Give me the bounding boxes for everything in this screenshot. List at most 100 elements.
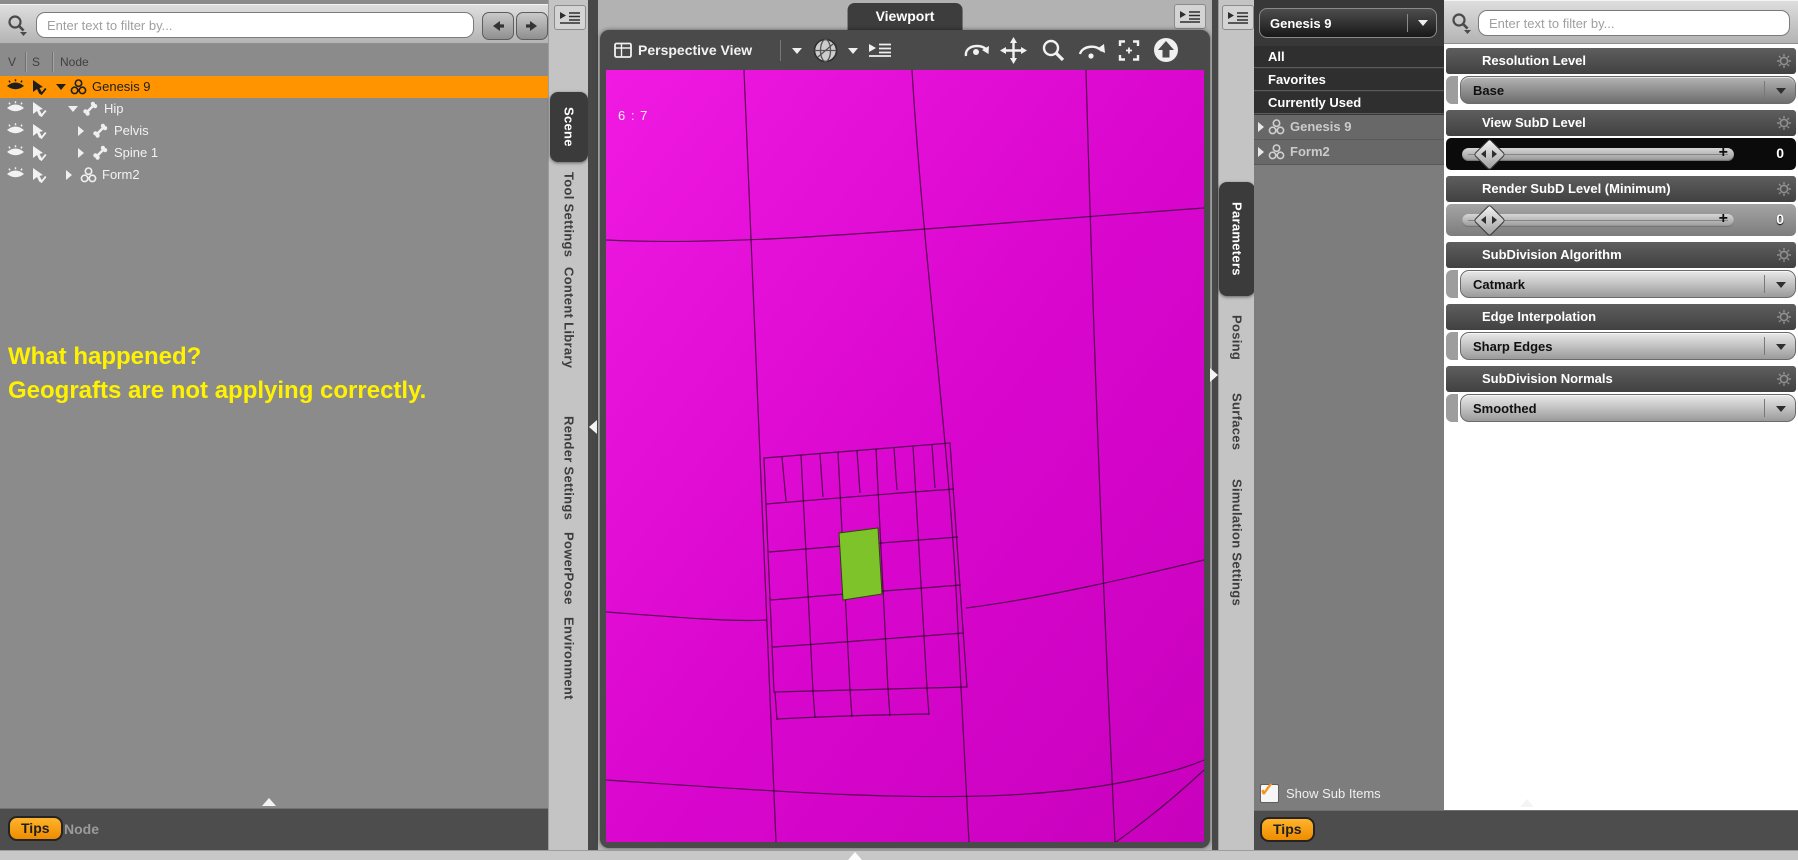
tab-simulation-settings[interactable]: Simulation Settings	[1221, 472, 1253, 614]
tips-button[interactable]: Tips	[8, 816, 63, 841]
gear-icon[interactable]	[1776, 371, 1792, 392]
slider-nudge-plus[interactable]: +	[1719, 210, 1728, 228]
node-label: Genesis 9	[92, 79, 151, 94]
param-drag-stub[interactable]	[1446, 270, 1458, 298]
visibility-eye-icon[interactable]	[6, 101, 25, 114]
pane-menu-icon[interactable]	[1222, 5, 1254, 30]
tab-scene[interactable]: Scene	[550, 92, 588, 162]
scene-node-genesis9[interactable]: Genesis 9	[0, 76, 548, 98]
scroll-up-arrow-icon[interactable]	[262, 798, 276, 806]
param-node-form2[interactable]: Form2	[1254, 140, 1444, 165]
pane-list-icon[interactable]	[868, 41, 892, 58]
collapse-right-arrow-icon[interactable]	[1210, 368, 1218, 382]
annotation-overlay: What happened? Geografts are not applyin…	[8, 340, 538, 408]
show-sub-items-label: Show Sub Items	[1286, 786, 1381, 801]
visibility-eye-icon[interactable]	[6, 79, 25, 92]
param-node-genesis9[interactable]: Genesis 9	[1254, 115, 1444, 140]
param-drag-stub[interactable]	[1446, 76, 1458, 104]
viewport-tab[interactable]: Viewport	[847, 3, 963, 30]
left-splitter[interactable]	[588, 0, 598, 850]
edge-interpolation-dropdown[interactable]: Sharp Edges	[1460, 332, 1796, 360]
param-drag-stub[interactable]	[1446, 332, 1458, 360]
pan-tool-icon[interactable]	[1000, 37, 1027, 64]
view-grid-icon[interactable]	[614, 42, 632, 59]
slider-handle[interactable]	[1473, 204, 1506, 237]
view-mode-label[interactable]: Perspective View	[638, 32, 752, 69]
params-filter-input[interactable]	[1478, 10, 1790, 36]
slider-value[interactable]: 0	[1776, 211, 1784, 227]
scene-node-spine1[interactable]: Spine 1	[0, 142, 548, 164]
search-icon[interactable]	[1450, 11, 1474, 40]
param-filter-favorites[interactable]: Favorites	[1254, 69, 1444, 91]
scene-node-hip[interactable]: Hip	[0, 98, 548, 120]
tab-powerpose[interactable]: PowerPose	[552, 530, 586, 606]
scene-node-form2[interactable]: Form2	[0, 164, 548, 186]
expand-caret[interactable]	[1258, 122, 1264, 132]
slider-value[interactable]: 0	[1776, 145, 1784, 161]
pane-menu-icon[interactable]	[1174, 4, 1206, 29]
visibility-eye-icon[interactable]	[6, 167, 25, 180]
expand-caret[interactable]	[78, 148, 84, 158]
rotate-tool-icon[interactable]	[1076, 38, 1106, 63]
render-subd-level-slider[interactable]: + 0	[1446, 204, 1796, 237]
expand-caret[interactable]	[56, 84, 66, 90]
expand-up-arrow-icon[interactable]	[848, 852, 862, 860]
selectable-cursor-icon[interactable]	[30, 101, 47, 117]
orbit-tool-icon[interactable]	[962, 38, 990, 64]
scene-node-pelvis[interactable]: Pelvis	[0, 120, 548, 142]
resolution-level-dropdown[interactable]: Base	[1460, 76, 1796, 104]
gear-icon[interactable]	[1776, 309, 1792, 330]
zoom-tool-icon[interactable]	[1040, 37, 1066, 63]
filter-forward-button[interactable]	[516, 12, 548, 40]
left-tab-strip: Scene Tool Settings Content Library Rend…	[548, 0, 588, 850]
selectable-cursor-icon[interactable]	[30, 167, 47, 183]
style-dropdown-caret[interactable]	[848, 48, 858, 54]
selectable-cursor-icon[interactable]	[30, 123, 47, 139]
collapse-left-arrow-icon[interactable]	[589, 420, 597, 434]
param-filter-currently-used[interactable]: Currently Used	[1254, 92, 1444, 114]
tab-environment[interactable]: Environment	[552, 614, 586, 702]
draw-style-globe-icon[interactable]	[812, 37, 839, 64]
view-dropdown-caret[interactable]	[792, 48, 802, 54]
expand-caret[interactable]	[78, 126, 84, 136]
expand-caret[interactable]	[66, 170, 72, 180]
tab-content-library[interactable]: Content Library	[552, 266, 586, 370]
selectable-cursor-icon[interactable]	[30, 79, 47, 95]
show-sub-items-checkbox[interactable]: ✓	[1259, 780, 1279, 803]
expand-caret[interactable]	[68, 106, 78, 112]
filter-back-button[interactable]	[482, 12, 514, 40]
geograft-quad[interactable]	[838, 527, 883, 601]
tab-posing[interactable]: Posing	[1221, 306, 1253, 370]
viewport-canvas[interactable]: 6 : 7	[606, 70, 1204, 842]
tips-button[interactable]: Tips	[1260, 817, 1315, 842]
frame-tool-icon[interactable]	[1116, 38, 1142, 63]
search-icon[interactable]	[6, 13, 30, 42]
gear-icon[interactable]	[1776, 181, 1792, 202]
gear-icon[interactable]	[1776, 115, 1792, 136]
selectable-cursor-icon[interactable]	[30, 145, 47, 161]
subdivision-normals-dropdown[interactable]: Smoothed	[1460, 394, 1796, 422]
daz-studio-window: V S Node Genesis 9	[0, 0, 1798, 860]
param-filter-all[interactable]: All	[1254, 46, 1444, 68]
scene-node-selector[interactable]: Genesis 9	[1259, 8, 1437, 38]
tab-render-settings[interactable]: Render Settings	[552, 415, 586, 521]
gear-icon[interactable]	[1776, 53, 1792, 74]
visibility-eye-icon[interactable]	[6, 123, 25, 136]
visibility-eye-icon[interactable]	[6, 145, 25, 158]
gear-icon[interactable]	[1776, 247, 1792, 268]
subdivision-algorithm-dropdown[interactable]: Catmark	[1460, 270, 1796, 298]
scene-filter-input[interactable]	[36, 12, 474, 38]
expand-caret[interactable]	[1258, 147, 1264, 157]
figure-icon	[80, 167, 97, 183]
tab-tool-settings[interactable]: Tool Settings	[552, 168, 586, 262]
show-sub-items-row[interactable]: ✓ Show Sub Items	[1254, 780, 1444, 806]
home-view-icon[interactable]	[1152, 36, 1180, 64]
tab-parameters[interactable]: Parameters	[1219, 182, 1255, 296]
pane-menu-icon[interactable]	[554, 5, 586, 30]
scroll-up-arrow-icon[interactable]	[1520, 799, 1534, 807]
tab-surfaces[interactable]: Surfaces	[1221, 384, 1253, 460]
slider-nudge-plus[interactable]: +	[1719, 144, 1728, 162]
param-drag-stub[interactable]	[1446, 394, 1458, 422]
slider-handle[interactable]	[1473, 138, 1506, 171]
view-subd-level-slider[interactable]: + 0	[1446, 138, 1796, 171]
